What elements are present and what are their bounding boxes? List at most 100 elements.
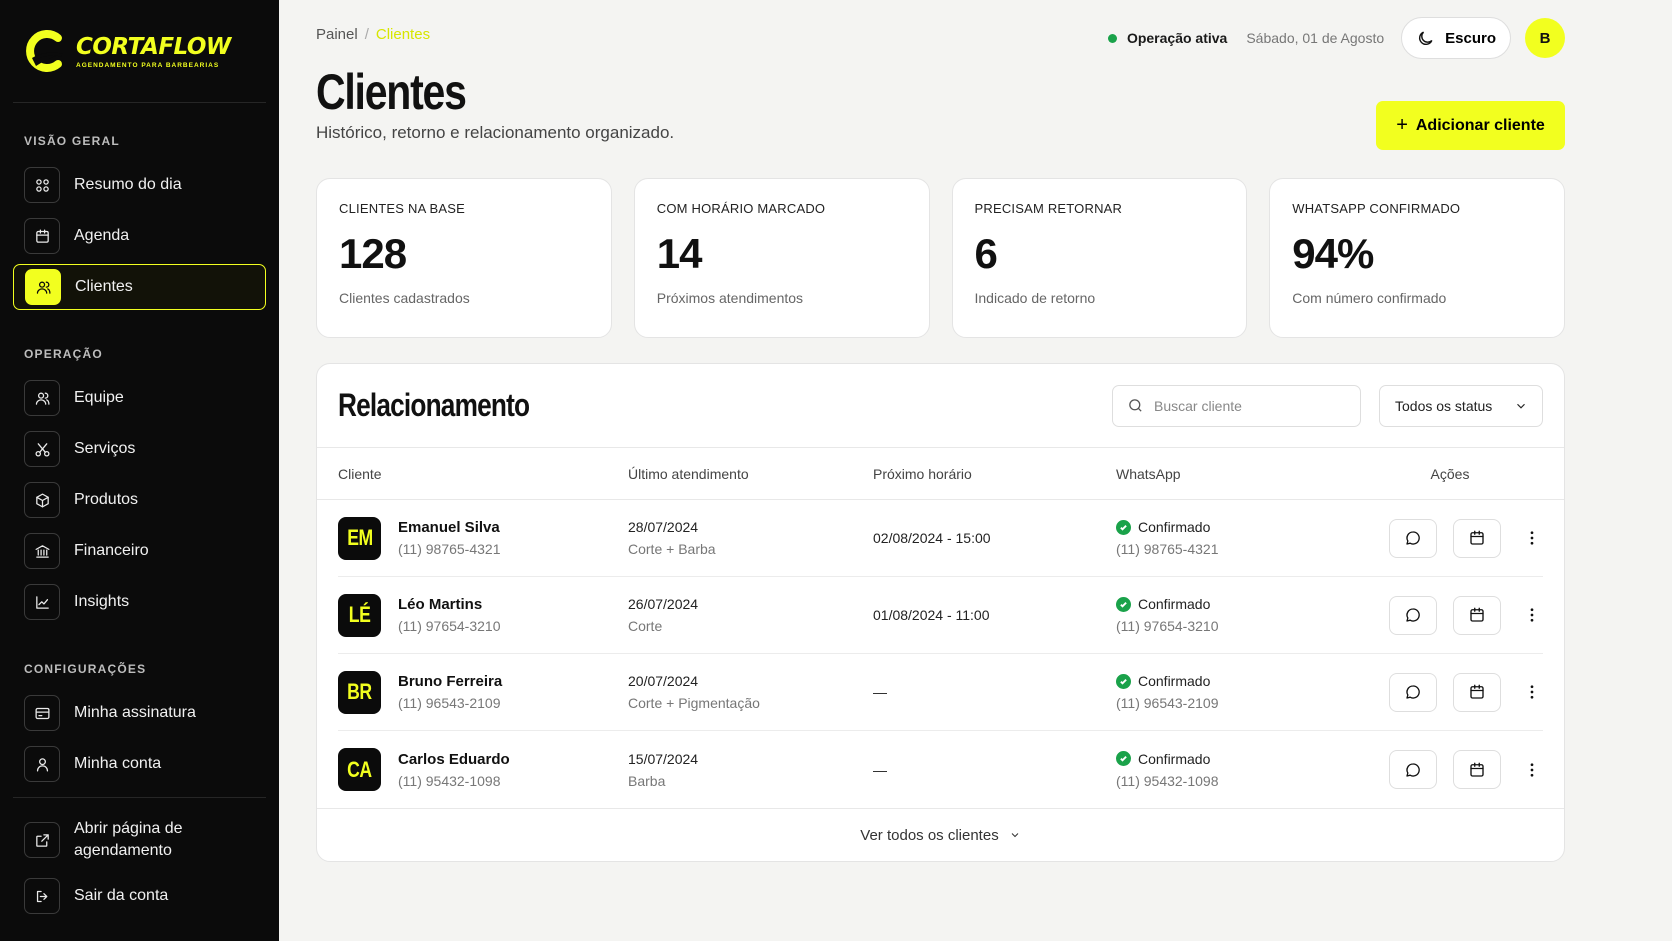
avatar[interactable]: B [1525, 18, 1565, 58]
more-options-button[interactable] [1521, 519, 1543, 558]
check-circle-icon [1116, 519, 1131, 535]
client-phone: (11) 98765-4321 [398, 541, 501, 557]
more-options-button[interactable] [1521, 596, 1543, 635]
whatsapp-phone: (11) 98765-4321 [1116, 541, 1219, 557]
next-appointment: — [873, 684, 887, 700]
sidebar-item-minha-assinatura[interactable]: Minha assinatura [13, 690, 266, 736]
next-appointment: 02/08/2024 - 15:00 [873, 530, 991, 546]
whatsapp-status: Confirmado [1138, 519, 1211, 535]
theme-toggle-button[interactable]: Escuro [1401, 17, 1511, 59]
schedule-button[interactable] [1453, 518, 1501, 558]
topbar-right: Operação ativa Sábado, 01 de Agosto Escu… [1107, 17, 1565, 59]
schedule-button[interactable] [1453, 750, 1501, 789]
sidebar-section-title: OPERAÇÃO [24, 347, 103, 361]
brand-tagline: AGENDAMENTO PARA BARBEARIAS [76, 62, 220, 69]
sidebar-item-insights[interactable]: Insights [13, 579, 266, 625]
stat-value: 6 [974, 230, 998, 277]
stat-value: 94% [1292, 230, 1374, 277]
sidebar-item-label: Clientes [75, 278, 133, 295]
logout-button[interactable]: Sair da conta [13, 873, 266, 919]
box-icon [24, 482, 60, 518]
add-client-label: Adicionar cliente [1415, 116, 1545, 134]
status-filter-value: Todos os status [1395, 397, 1493, 414]
last-visit-service: Barba [628, 772, 666, 789]
more-options-button[interactable] [1521, 750, 1543, 789]
search-box[interactable] [1112, 384, 1361, 427]
table-row: CA Carlos Eduardo (11) 95432-1098 15/07/… [338, 731, 1543, 808]
panel-title: Relacionamento [338, 387, 530, 423]
brand[interactable]: CORTAFLOW AGENDAMENTO PARA BARBEARIAS [13, 26, 266, 78]
last-visit-date: 20/07/2024 [628, 673, 699, 689]
stat-card-return: PRECISAM RETORNAR 6 Indicado de retorno [951, 178, 1248, 338]
sidebar-item-produtos[interactable]: Produtos [13, 477, 266, 523]
client-phone: (11) 96543-2109 [398, 695, 501, 711]
add-client-button[interactable]: + Adicionar cliente [1376, 101, 1565, 150]
next-appointment: 01/08/2024 - 11:00 [873, 607, 990, 623]
moon-icon [1419, 31, 1433, 45]
next-appointment: — [873, 761, 887, 778]
plus-icon: + [1396, 114, 1408, 136]
schedule-button[interactable] [1453, 672, 1501, 712]
view-all-clients-link[interactable]: Ver todos os clientes [317, 808, 1564, 861]
search-input[interactable] [1154, 397, 1334, 414]
kebab-menu-icon [1530, 685, 1534, 699]
breadcrumb-separator: / [364, 26, 369, 43]
client-cell[interactable]: EM Emanuel Silva (11) 98765-4321 [338, 516, 628, 560]
message-button[interactable] [1389, 518, 1437, 558]
row-actions [1371, 518, 1543, 558]
message-button[interactable] [1389, 672, 1437, 712]
breadcrumb: Painel / Clientes [316, 26, 430, 43]
client-cell[interactable]: LÉ Léo Martins (11) 97654-3210 [338, 593, 628, 637]
sidebar-item-label: Serviços [74, 440, 136, 457]
calendar-icon [24, 218, 60, 254]
column-header: Cliente [338, 465, 382, 482]
stat-value: 14 [656, 230, 703, 277]
more-options-button[interactable] [1521, 673, 1543, 712]
open-booking-page-link[interactable]: Abrir página de agendamento [13, 812, 266, 868]
calendar-icon [1470, 607, 1484, 622]
calendar-icon [1470, 530, 1484, 545]
stat-label: PRECISAM RETORNAR [974, 201, 1123, 216]
message-button[interactable] [1389, 595, 1437, 635]
client-initials: EM [338, 516, 381, 560]
kebab-menu-icon [1530, 762, 1534, 777]
status-dot [1107, 33, 1117, 43]
kebab-menu-icon [1530, 531, 1534, 545]
sidebar-item-label: Financeiro [74, 542, 149, 559]
sidebar: CORTAFLOW AGENDAMENTO PARA BARBEARIAS VI… [0, 0, 279, 941]
last-visit-cell: 20/07/2024 Corte + Pigmentação [628, 673, 873, 711]
sidebar-item-label: Sair da conta [74, 887, 169, 904]
stat-value: 128 [339, 230, 407, 277]
sidebar-item-equipe[interactable]: Equipe [13, 375, 266, 421]
stats-row: CLIENTES NA BASE 128 Clientes cadastrado… [316, 178, 1565, 338]
client-name: Léo Martins [398, 596, 483, 613]
last-visit-service: Corte + Pigmentação [628, 695, 760, 711]
sidebar-item-label: Produtos [74, 491, 139, 508]
last-visit-date: 26/07/2024 [628, 596, 699, 612]
logout-icon [24, 878, 60, 914]
table-row: BR Bruno Ferreira (11) 96543-2109 20/07/… [338, 654, 1543, 731]
message-button[interactable] [1389, 750, 1437, 789]
client-name: Bruno Ferreira [398, 673, 503, 690]
sidebar-item-label: Equipe [74, 389, 124, 406]
sidebar-item-servicos[interactable]: Serviços [13, 426, 266, 472]
current-date: Sábado, 01 de Agosto [1246, 30, 1385, 46]
client-cell[interactable]: BR Bruno Ferreira (11) 96543-2109 [338, 670, 628, 714]
breadcrumb-root[interactable]: Painel [316, 26, 358, 43]
chat-bubble-icon [1406, 762, 1420, 777]
schedule-button[interactable] [1453, 595, 1501, 635]
sidebar-item-clientes[interactable]: Clientes [13, 264, 266, 310]
stat-card-clients: CLIENTES NA BASE 128 Clientes cadastrado… [316, 178, 612, 338]
sidebar-item-resumo-do-dia[interactable]: Resumo do dia [13, 162, 266, 208]
sidebar-item-financeiro[interactable]: Financeiro [13, 528, 266, 574]
status-filter-select[interactable]: Todos os status [1379, 384, 1543, 427]
sidebar-item-minha-conta[interactable]: Minha conta [13, 741, 266, 787]
table-header: Cliente Último atendimento Próximo horár… [317, 448, 1564, 500]
client-phone: (11) 95432-1098 [398, 772, 501, 789]
client-cell[interactable]: CA Carlos Eduardo (11) 95432-1098 [338, 748, 628, 791]
users-icon [25, 269, 61, 305]
page-title: Clientes [316, 64, 467, 120]
table-row: LÉ Léo Martins (11) 97654-3210 26/07/202… [338, 577, 1543, 654]
sidebar-item-agenda[interactable]: Agenda [13, 213, 266, 259]
sidebar-section-title: CONFIGURAÇÕES [24, 662, 147, 676]
